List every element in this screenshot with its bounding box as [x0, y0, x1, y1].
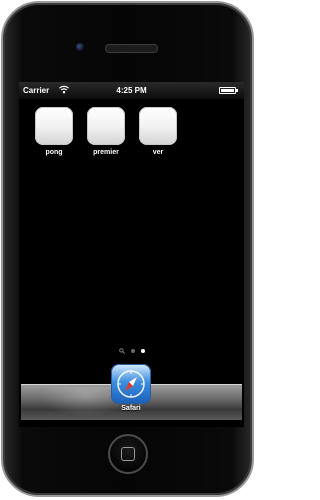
app-ver[interactable]: ver	[134, 107, 182, 156]
app-label: ver	[152, 149, 164, 156]
blank-app-icon	[139, 107, 177, 145]
dock-app-safari[interactable]: Safari	[106, 364, 156, 412]
battery-tip	[236, 89, 238, 92]
dock-app-label: Safari	[121, 405, 141, 412]
app-label: pong	[45, 149, 63, 156]
app-premier[interactable]: premier	[82, 107, 130, 156]
earpiece-speaker	[105, 44, 158, 53]
battery-icon	[219, 87, 236, 94]
app-pong[interactable]: pong	[30, 107, 78, 156]
blank-app-icon	[35, 107, 73, 145]
home-button-icon[interactable]	[108, 434, 148, 474]
page-dot-2-current	[140, 349, 145, 353]
front-camera	[76, 43, 84, 51]
safari-compass-icon	[111, 364, 151, 404]
page-dot-1	[130, 349, 135, 353]
home-square-icon	[121, 447, 135, 461]
status-time: 4:25 PM	[116, 86, 147, 95]
compass-icon	[117, 370, 145, 398]
status-bar: Carrier 4:25 PM	[19, 82, 244, 99]
blank-app-icon	[87, 107, 125, 145]
search-icon	[118, 348, 125, 354]
battery-level-fill	[221, 89, 234, 92]
page-indicator[interactable]	[19, 348, 244, 356]
iphone-device-frame: Carrier 4:25 PM pong premier ver Safari	[1, 1, 254, 497]
home-screen: Carrier 4:25 PM pong premier ver Safari	[19, 82, 244, 427]
app-label: premier	[93, 149, 119, 156]
